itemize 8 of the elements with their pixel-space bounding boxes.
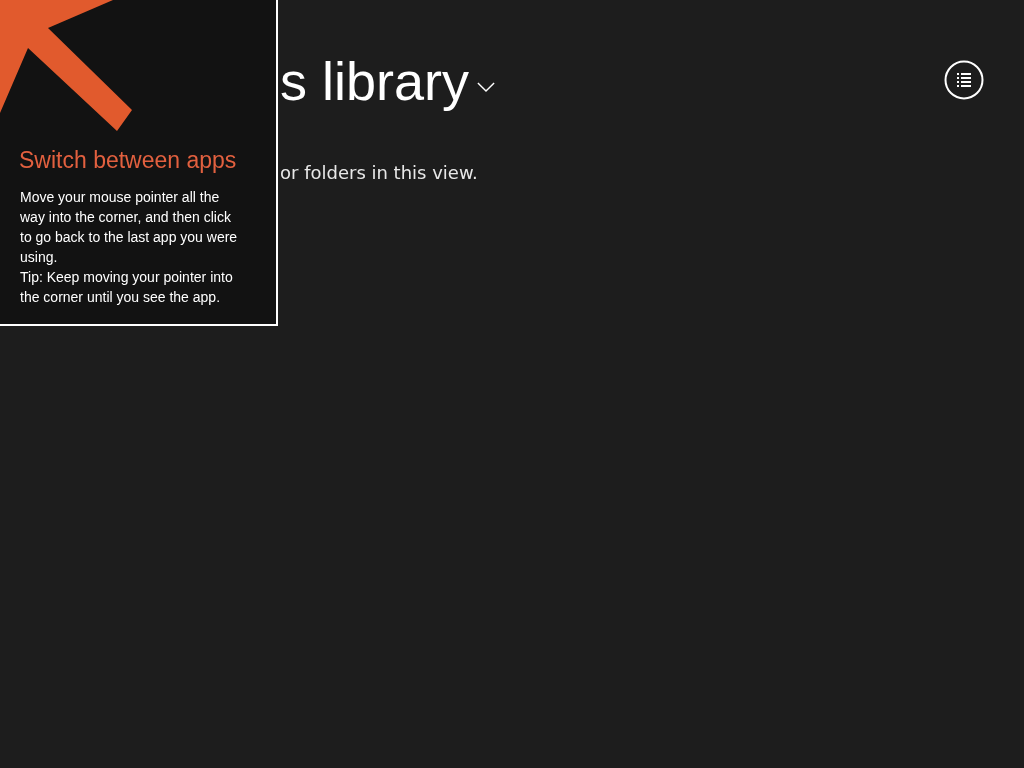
empty-message: or folders in this view. [280,162,479,183]
list-view-icon[interactable] [944,60,984,100]
tip-text: Move your mouse pointer all the way into the corner, and then click to go back to the last app you were using. [19,188,239,267]
page-title: s library [280,50,470,113]
tip-text: Tip: Keep moving your pointer into the corner until you see the app. [19,268,234,307]
tip-title: Switch between apps [19,147,237,174]
arrow-icon [0,0,132,131]
chevron-down-icon[interactable] [477,81,496,93]
